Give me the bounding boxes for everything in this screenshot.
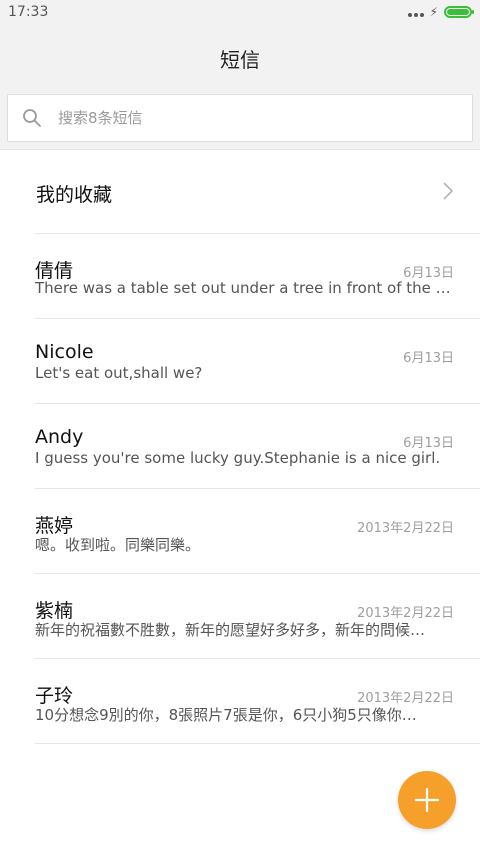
signal-dots-icon [407,12,424,17]
message-list: 倩倩 6月13日 There was a table set out under… [0,234,480,744]
message-preview: 新年的祝福數不胜數，新年的愿望好多好多，新年的問候… [35,621,426,639]
message-row[interactable]: 倩倩 6月13日 There was a table set out under… [35,234,480,319]
message-preview: 嗯。收到啦。同樂同樂。 [35,536,201,554]
chevron-right-icon [442,182,454,200]
favorites-row[interactable]: 我的收藏 [0,150,480,234]
message-row[interactable]: 燕婷 2013年2月22日 嗯。收到啦。同樂同樂。 [35,489,480,574]
message-preview: I guess you're some lucky guy.Stephanie … [35,449,441,467]
message-preview: 10分想念9別的你，8張照片7張是你，6只小狗5只像你… [35,706,417,724]
message-row[interactable]: 子玲 2013年2月22日 10分想念9別的你，8張照片7張是你，6只小狗5只像… [35,659,480,744]
top-area: 17:33 ⚡ 短信 [0,0,480,150]
search-icon [22,108,42,128]
contact-name: Nicole [35,341,94,363]
status-icons: ⚡ [407,5,474,19]
message-row[interactable]: Andy 6月13日 I guess you're some lucky guy… [35,404,480,489]
contact-name: Andy [35,426,84,448]
plus-icon [414,787,440,813]
message-row[interactable]: Nicole 6月13日 Let's eat out,shall we? [35,319,480,404]
battery-icon [444,6,474,18]
page-title: 短信 [220,48,260,72]
search-input[interactable] [58,109,472,127]
message-row[interactable]: 紫楠 2013年2月22日 新年的祝福數不胜數，新年的愿望好多好多，新年的問候… [35,574,480,659]
message-preview: Let's eat out,shall we? [35,364,203,382]
compose-button[interactable] [398,771,456,829]
bolt-icon: ⚡ [429,5,438,19]
status-bar: 17:33 ⚡ [0,0,480,26]
status-time: 17:33 [8,4,49,20]
message-preview: There was a table set out under a tree i… [35,279,456,297]
search-bar[interactable] [7,94,473,142]
favorites-label: 我的收藏 [36,184,113,206]
